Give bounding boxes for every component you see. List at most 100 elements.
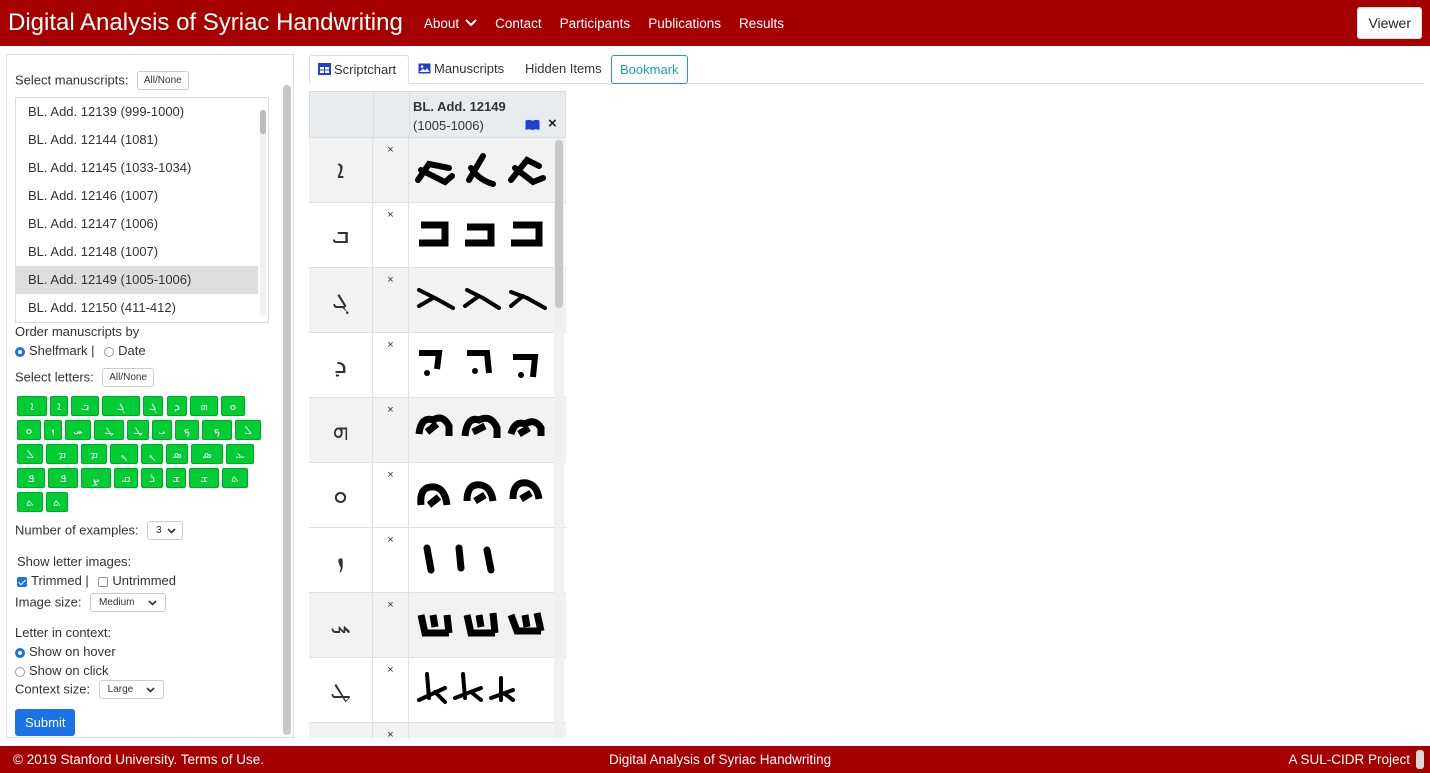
letter-button[interactable]: ܬ [46, 492, 68, 512]
manuscript-option[interactable]: BL. Add. 12139 (999-1000) [16, 98, 258, 126]
remove-letter-icon[interactable]: × [373, 138, 409, 203]
sidebar-scroll-thumb[interactable] [283, 85, 291, 735]
footer-copyright[interactable]: © 2019 Stanford University. Terms of Use… [13, 752, 264, 767]
letter-sample-images[interactable] [415, 280, 555, 320]
nav-publications[interactable]: Publications [648, 16, 721, 31]
book-open-icon[interactable] [525, 119, 540, 131]
nav-contact[interactable]: Contact [495, 16, 542, 31]
footer-project-credit[interactable]: A SUL-CIDR Project [1288, 752, 1410, 767]
letter-sample[interactable] [461, 280, 501, 320]
num-examples-select[interactable]: 3 [147, 521, 183, 540]
context-click-radio[interactable]: Show on click [15, 663, 108, 678]
letter-button[interactable]: ܣ [191, 444, 223, 464]
letter-button[interactable]: ܠ [235, 420, 261, 440]
letter-sample[interactable] [461, 605, 501, 645]
letter-button[interactable]: ܨ [81, 468, 111, 488]
letter-sample[interactable] [487, 670, 521, 710]
letter-sample[interactable] [507, 475, 547, 515]
remove-letter-icon[interactable]: × [373, 593, 409, 658]
manuscript-option-selected[interactable]: BL. Add. 12149 (1005-1006) [16, 266, 258, 294]
letter-sample[interactable] [461, 150, 501, 190]
tab-scriptchart[interactable]: Scriptchart [309, 55, 409, 84]
order-shelfmark-radio[interactable]: Shelfmark | [15, 343, 95, 358]
letter-sample-images[interactable] [415, 215, 555, 255]
remove-letter-icon[interactable]: × [373, 398, 409, 463]
manuscript-option[interactable]: BL. Add. 12148 (1007) [16, 238, 258, 266]
letter-button[interactable]: ܒ [71, 396, 99, 416]
letter-sample[interactable] [461, 345, 501, 385]
letter-sample[interactable] [415, 150, 455, 190]
scriptchart-scrollbar[interactable] [554, 138, 564, 738]
nav-results[interactable]: Results [739, 16, 784, 31]
letter-sample[interactable] [415, 670, 449, 710]
letter-sample-images[interactable] [415, 605, 555, 645]
letter-sample[interactable] [415, 540, 445, 580]
manuscript-option[interactable]: BL. Add. 12147 (1006) [16, 210, 258, 238]
letter-button[interactable]: ܙ [44, 420, 62, 440]
letter-button[interactable]: ܟ [175, 420, 199, 440]
manuscript-option[interactable]: BL. Add. 12150 (411-412) [16, 294, 258, 322]
letter-sample[interactable] [507, 410, 547, 450]
letter-button[interactable]: ܦ [17, 468, 45, 488]
letter-sample-images[interactable] [415, 345, 555, 385]
letter-button[interactable]: ܗ [190, 396, 218, 416]
letter-sample[interactable] [415, 605, 455, 645]
remove-letter-icon[interactable]: × [373, 333, 409, 398]
context-size-select[interactable]: Large [98, 680, 165, 699]
letter-button[interactable]: ܟ [202, 420, 232, 440]
letter-button[interactable]: ܛ [127, 420, 149, 440]
letter-sample-images[interactable] [415, 670, 555, 710]
letter-button[interactable]: ܓ [143, 396, 163, 416]
context-hover-radio[interactable]: Show on hover [15, 644, 116, 659]
remove-letter-icon[interactable]: × [373, 268, 409, 333]
letter-button[interactable]: ܦ [48, 468, 78, 488]
letter-button[interactable]: ܢ [141, 444, 163, 464]
tab-bookmark[interactable]: Bookmark [611, 55, 688, 84]
letter-button[interactable]: ܘ [17, 420, 41, 440]
remove-letter-icon[interactable]: × [373, 723, 409, 738]
manuscript-option[interactable]: BL. Add. 12146 (1007) [16, 182, 258, 210]
viewer-button[interactable]: Viewer [1357, 7, 1422, 39]
letter-sample[interactable] [415, 475, 455, 515]
letter-sample[interactable] [507, 215, 547, 255]
remove-letter-icon[interactable]: × [373, 203, 409, 268]
letter-sample-images[interactable] [415, 475, 555, 515]
site-title[interactable]: Digital Analysis of Syriac Handwriting [8, 9, 403, 37]
letter-button[interactable]: ܬ [222, 468, 248, 488]
letter-button[interactable]: ܡ [81, 444, 107, 464]
tab-manuscripts[interactable]: Manuscripts [410, 55, 512, 84]
letter-button[interactable]: ܫ [189, 468, 219, 488]
letter-sample[interactable] [445, 540, 475, 580]
letter-button[interactable]: ܣ [166, 444, 188, 464]
letter-sample[interactable] [507, 280, 547, 320]
remove-manuscript-icon[interactable]: × [548, 115, 557, 132]
letter-button[interactable]: ܚ [65, 420, 91, 440]
remove-letter-icon[interactable]: × [373, 463, 409, 528]
letter-sample[interactable] [461, 215, 501, 255]
letter-button[interactable]: ܩ [114, 468, 138, 488]
letter-sample[interactable] [451, 670, 485, 710]
letter-sample[interactable] [475, 540, 505, 580]
manuscript-list-scrollbar[interactable] [260, 110, 266, 316]
submit-button[interactable]: Submit [15, 709, 76, 736]
letter-button[interactable]: ܠ [17, 444, 43, 464]
letter-sample[interactable] [415, 215, 455, 255]
letter-button[interactable]: ܘ [221, 396, 245, 416]
untrimmed-checkbox[interactable]: Untrimmed [98, 573, 176, 588]
remove-letter-icon[interactable]: × [373, 528, 409, 593]
letter-button[interactable]: ܬ [17, 492, 43, 512]
letter-button[interactable]: ܡ [46, 444, 78, 464]
nav-about[interactable]: About [424, 16, 477, 31]
manuscripts-all-none-button[interactable]: All/None [136, 71, 189, 90]
letter-button[interactable]: ܢ [110, 444, 138, 464]
letter-sample-images[interactable] [415, 150, 555, 190]
tab-hidden-items[interactable]: Hidden Items [517, 55, 610, 84]
order-date-radio[interactable]: Date [104, 343, 146, 358]
image-size-select[interactable]: Medium [89, 593, 166, 612]
letter-button[interactable]: ܛ [94, 420, 124, 440]
letter-button[interactable]: ܝ [152, 420, 172, 440]
letter-sample[interactable] [507, 605, 547, 645]
letters-all-none-button[interactable]: All/None [102, 368, 155, 387]
letter-button[interactable]: ܕ [167, 396, 187, 416]
letter-button[interactable]: ܓ [102, 396, 140, 416]
